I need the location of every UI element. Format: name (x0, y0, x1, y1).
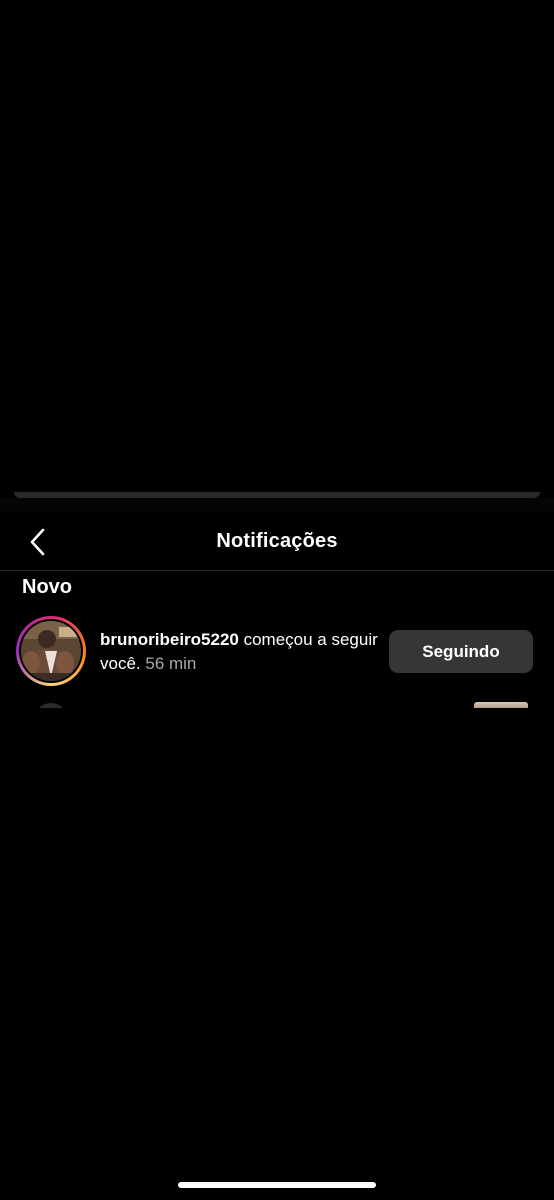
notifications-header: Notificações (0, 512, 554, 571)
notification-username[interactable]: brunoribeiro5220 (100, 630, 239, 649)
person-photo-icon (21, 621, 81, 681)
section-title-new: Novo (22, 576, 72, 598)
avatar-photo (21, 621, 81, 681)
page-title: Notificações (216, 530, 338, 552)
sheet-gap (0, 498, 554, 512)
dimmed-background-area[interactable] (0, 0, 554, 492)
notification-text: brunoribeiro5220 começou a seguir você. … (100, 628, 382, 676)
following-button[interactable]: Seguindo (389, 630, 533, 673)
partial-avatar (34, 703, 68, 708)
partial-notification-row (0, 698, 554, 708)
partial-post-thumbnail (474, 702, 528, 708)
home-indicator[interactable] (178, 1182, 376, 1188)
notification-time: 56 min (140, 654, 197, 673)
notification-row[interactable]: brunoribeiro5220 começou a seguir você. … (0, 614, 554, 690)
avatar[interactable] (16, 616, 86, 686)
